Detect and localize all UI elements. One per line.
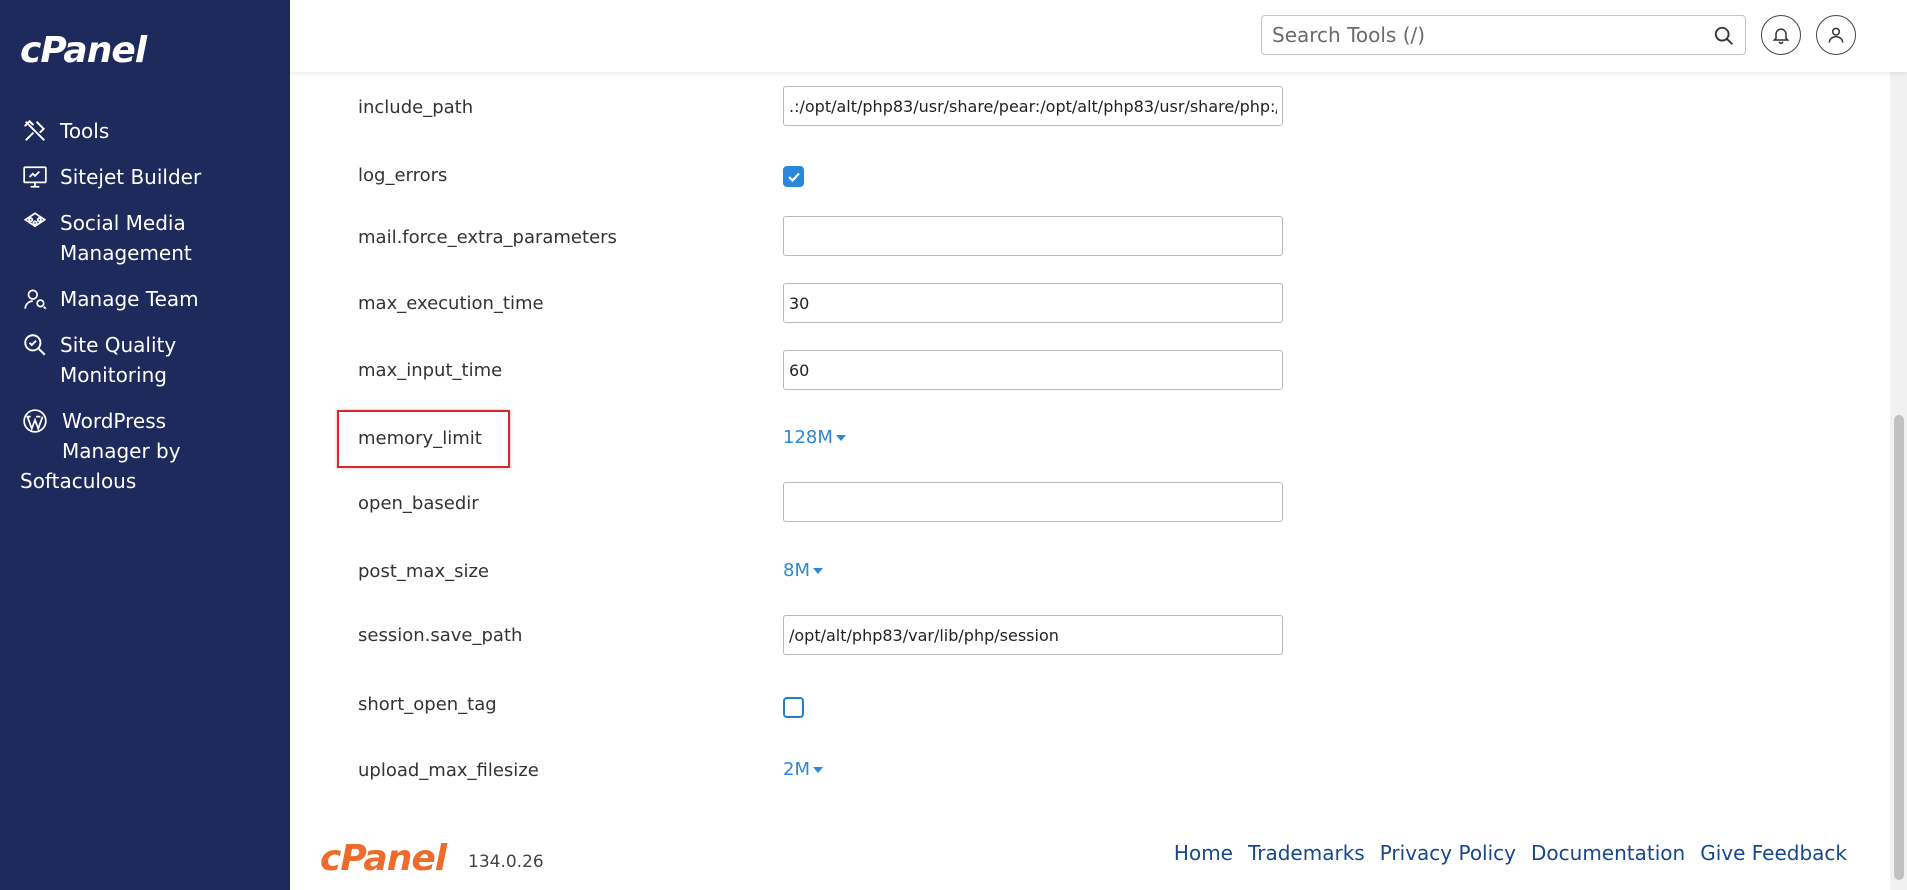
bell-icon — [1772, 28, 1790, 45]
sidebar-item-sitejet-builder[interactable]: Sitejet Builder — [0, 156, 290, 202]
user-menu-button[interactable] — [1816, 15, 1856, 55]
footer-links: Home Trademarks Privacy Policy Documenta… — [1174, 841, 1847, 865]
post-max-size-dropdown[interactable]: 8M — [783, 560, 823, 581]
sidebar-item-label: Social Media — [60, 211, 186, 235]
sidebar-item-tools[interactable]: Tools — [0, 110, 290, 156]
sidebar-item-label: Monitoring — [60, 363, 167, 387]
setting-label: mail.force_extra_parameters — [358, 227, 617, 248]
footer-version: 134.0.26 — [468, 852, 544, 872]
tools-icon — [20, 116, 50, 146]
notifications-button[interactable] — [1761, 15, 1801, 55]
log-errors-checkbox[interactable] — [783, 166, 804, 187]
scrollbar-thumb[interactable] — [1894, 415, 1904, 880]
search-input[interactable] — [1262, 16, 1702, 54]
footer-cpanel-logo: cPanel — [320, 838, 447, 879]
cpanel-logo[interactable]: cPanel — [20, 30, 147, 71]
checkmark-icon — [788, 172, 800, 183]
mail-force-extra-parameters-input[interactable] — [783, 216, 1283, 256]
sidebar-item-social-media-management[interactable]: Social Media Management — [0, 202, 290, 278]
memory-limit-dropdown[interactable]: 128M — [783, 427, 846, 448]
social-media-icon — [20, 208, 50, 238]
team-icon — [20, 284, 50, 314]
top-bar — [290, 0, 1907, 72]
max-execution-time-input[interactable] — [783, 283, 1283, 323]
page-scrollbar[interactable] — [1890, 0, 1907, 890]
sidebar-item-label: Manage Team — [60, 287, 199, 311]
setting-label: post_max_size — [358, 561, 489, 582]
max-input-time-input[interactable] — [783, 350, 1283, 390]
sidebar-item-label: Manager by — [62, 439, 181, 463]
site-quality-icon — [20, 330, 50, 360]
sidebar-item-wordpress-manager[interactable]: WordPress Manager by Softaculous — [0, 400, 290, 506]
footer-link-documentation[interactable]: Documentation — [1531, 841, 1685, 865]
sidebar-item-label: Softaculous — [20, 469, 137, 493]
caret-down-icon — [812, 568, 823, 574]
sidebar-item-label: Site Quality — [60, 333, 177, 357]
sidebar: cPanel Tools Sitejet Builder Social Medi… — [0, 0, 290, 890]
upload-max-filesize-dropdown[interactable]: 2M — [783, 759, 823, 780]
sidebar-item-manage-team[interactable]: Manage Team — [0, 278, 290, 324]
open-basedir-input[interactable] — [783, 482, 1283, 522]
include-path-input[interactable] — [783, 86, 1283, 126]
setting-label: short_open_tag — [358, 694, 497, 715]
session-save-path-input[interactable] — [783, 615, 1283, 655]
setting-label: max_input_time — [358, 360, 503, 381]
dropdown-value: 2M — [783, 759, 810, 780]
dropdown-value: 8M — [783, 560, 810, 581]
dropdown-value: 128M — [783, 427, 833, 448]
wordpress-icon — [20, 406, 50, 436]
footer-link-trademarks[interactable]: Trademarks — [1248, 841, 1365, 865]
search-box — [1261, 15, 1746, 55]
setting-label: max_execution_time — [358, 293, 544, 314]
sidebar-item-site-quality-monitoring[interactable]: Site Quality Monitoring — [0, 324, 290, 400]
sidebar-item-label: Tools — [60, 119, 110, 143]
sidebar-item-label: Sitejet Builder — [60, 165, 202, 189]
search-icon[interactable] — [1713, 25, 1735, 47]
memory-limit-highlight-box — [337, 410, 510, 468]
setting-label: session.save_path — [358, 625, 523, 646]
setting-label: upload_max_filesize — [358, 760, 539, 781]
sidebar-item-label: WordPress — [62, 409, 167, 433]
user-icon — [1828, 27, 1844, 43]
footer-link-privacy-policy[interactable]: Privacy Policy — [1380, 841, 1516, 865]
monitor-icon — [20, 162, 50, 192]
sidebar-nav: Tools Sitejet Builder Social Media Manag… — [0, 110, 290, 506]
footer-link-home[interactable]: Home — [1174, 841, 1233, 865]
footer-link-give-feedback[interactable]: Give Feedback — [1700, 841, 1847, 865]
caret-down-icon — [812, 767, 823, 773]
caret-down-icon — [835, 435, 846, 441]
setting-label: open_basedir — [358, 493, 479, 514]
setting-label: log_errors — [358, 165, 448, 186]
setting-label: include_path — [358, 97, 474, 118]
short-open-tag-checkbox[interactable] — [783, 697, 804, 718]
sidebar-item-label: Management — [60, 241, 192, 265]
